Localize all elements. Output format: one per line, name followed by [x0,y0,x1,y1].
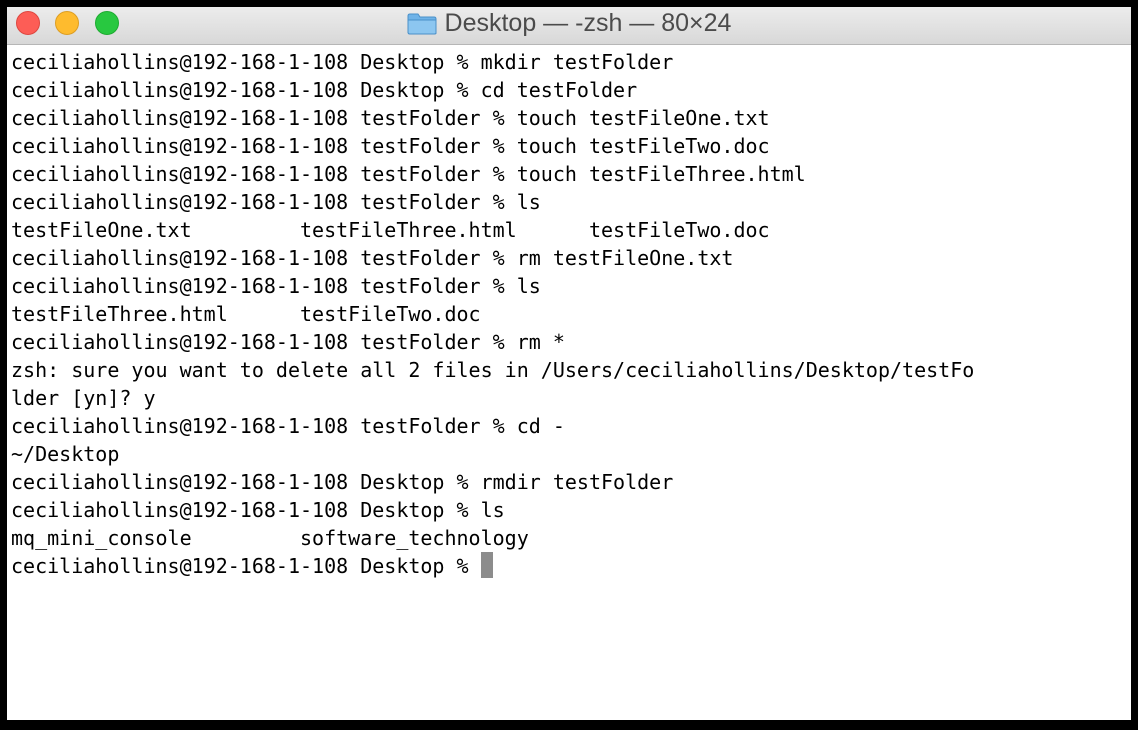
text-cursor [480,552,493,578]
terminal-line: ceciliahollins@192-168-1-108 testFolder … [11,246,734,270]
shell-prompt: ceciliahollins@192-168-1-108 Desktop % [11,554,481,578]
terminal-line: ceciliahollins@192-168-1-108 testFolder … [11,190,541,214]
terminal-line: zsh: sure you want to delete all 2 files… [11,358,975,382]
terminal-line: ceciliahollins@192-168-1-108 testFolder … [11,414,565,438]
terminal-line: ceciliahollins@192-168-1-108 Desktop % c… [11,78,638,102]
window-title: Desktop — -zsh — 80×24 [444,9,732,37]
terminal-output[interactable]: ceciliahollins@192-168-1-108 Desktop % m… [11,48,1127,716]
terminal-line: ceciliahollins@192-168-1-108 testFolder … [11,134,770,158]
terminal-line: ceciliahollins@192-168-1-108 testFolder … [11,106,770,130]
folder-icon [407,13,437,35]
terminal-line: testFileThree.html testFileTwo.doc [11,302,481,326]
terminal-line: mq_mini_console software_technology [11,526,529,550]
terminal-line: lder [yn]? y [11,386,156,410]
terminal-line: ceciliahollins@192-168-1-108 Desktop % l… [11,498,505,522]
prompt-line[interactable]: ceciliahollins@192-168-1-108 Desktop % [11,552,1127,580]
terminal-line: ceciliahollins@192-168-1-108 Desktop % m… [11,50,674,74]
terminal-line: testFileOne.txt testFileThree.html testF… [11,218,770,242]
title-bar[interactable]: Desktop — -zsh — 80×24 [7,7,1131,45]
terminal-line: ceciliahollins@192-168-1-108 testFolder … [11,162,806,186]
terminal-window: Desktop — -zsh — 80×24 ceciliahollins@19… [7,7,1131,720]
terminal-line: ~/Desktop [11,442,120,466]
terminal-line: ceciliahollins@192-168-1-108 testFolder … [11,274,541,298]
window-title-group: Desktop — -zsh — 80×24 [7,7,1131,40]
terminal-line: ceciliahollins@192-168-1-108 testFolder … [11,330,565,354]
terminal-line: ceciliahollins@192-168-1-108 Desktop % r… [11,470,674,494]
